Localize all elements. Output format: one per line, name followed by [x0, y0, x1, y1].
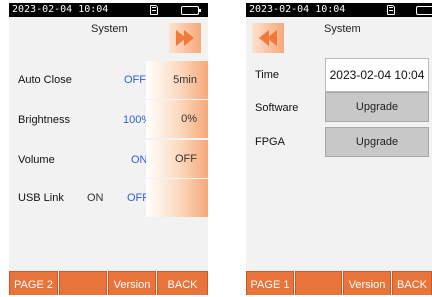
- software-upgrade-button[interactable]: Upgrade: [325, 92, 429, 122]
- time-label: Time: [255, 69, 280, 81]
- double-chevron-left-icon: [259, 30, 277, 46]
- brightness-0-option[interactable]: 0%: [146, 100, 208, 138]
- software-label: Software: [255, 102, 299, 114]
- softkey-blank[interactable]: [59, 271, 107, 295]
- auto-close-off-option[interactable]: OFF: [124, 74, 146, 86]
- row-label-brightness: Brightness: [18, 114, 70, 126]
- row-label-volume: Volume: [18, 154, 55, 166]
- next-page-button[interactable]: [169, 23, 201, 53]
- softkey-page-1[interactable]: PAGE 1: [246, 271, 294, 295]
- status-time: 2023-02-04 10:04: [249, 4, 346, 15]
- battery-icon: [181, 6, 201, 15]
- usb-link-on-option[interactable]: ON: [87, 192, 104, 204]
- softkey-blank[interactable]: [295, 271, 342, 295]
- softkey-back[interactable]: BACK: [157, 271, 208, 295]
- softkey-back[interactable]: BACK: [392, 271, 432, 295]
- row-label-auto-close: Auto Close: [18, 74, 72, 86]
- volume-off-option[interactable]: OFF: [146, 140, 208, 178]
- softkey-page-2[interactable]: PAGE 2: [9, 271, 58, 295]
- status-time: 2023-02-04 10:04: [12, 4, 109, 15]
- system-page-2: 2023-02-04 10:04 System Time 2023-02-04 …: [246, 3, 432, 295]
- status-bar: 2023-02-04 10:04: [246, 3, 432, 17]
- sd-card-icon: [387, 5, 395, 15]
- system-page-1: 2023-02-04 10:04 System Auto Close OFF 5…: [9, 3, 208, 295]
- fpga-upgrade-button[interactable]: Upgrade: [325, 127, 429, 157]
- auto-close-5min-option[interactable]: 5min: [146, 61, 208, 99]
- page-title: System: [324, 23, 361, 35]
- softkey-version[interactable]: Version: [343, 271, 391, 295]
- double-chevron-right-icon: [176, 30, 194, 46]
- prev-page-button[interactable]: [252, 23, 284, 53]
- status-bar: 2023-02-04 10:04: [9, 3, 208, 17]
- row-label-usb-link: USB Link: [18, 192, 64, 204]
- page-title: System: [91, 23, 128, 35]
- sd-card-icon: [150, 5, 158, 15]
- battery-icon: [416, 6, 432, 15]
- time-value-field[interactable]: 2023-02-04 10:04: [325, 58, 429, 92]
- softkey-version[interactable]: Version: [108, 271, 156, 295]
- usb-link-option-tile[interactable]: [146, 179, 208, 217]
- fpga-label: FPGA: [255, 136, 285, 148]
